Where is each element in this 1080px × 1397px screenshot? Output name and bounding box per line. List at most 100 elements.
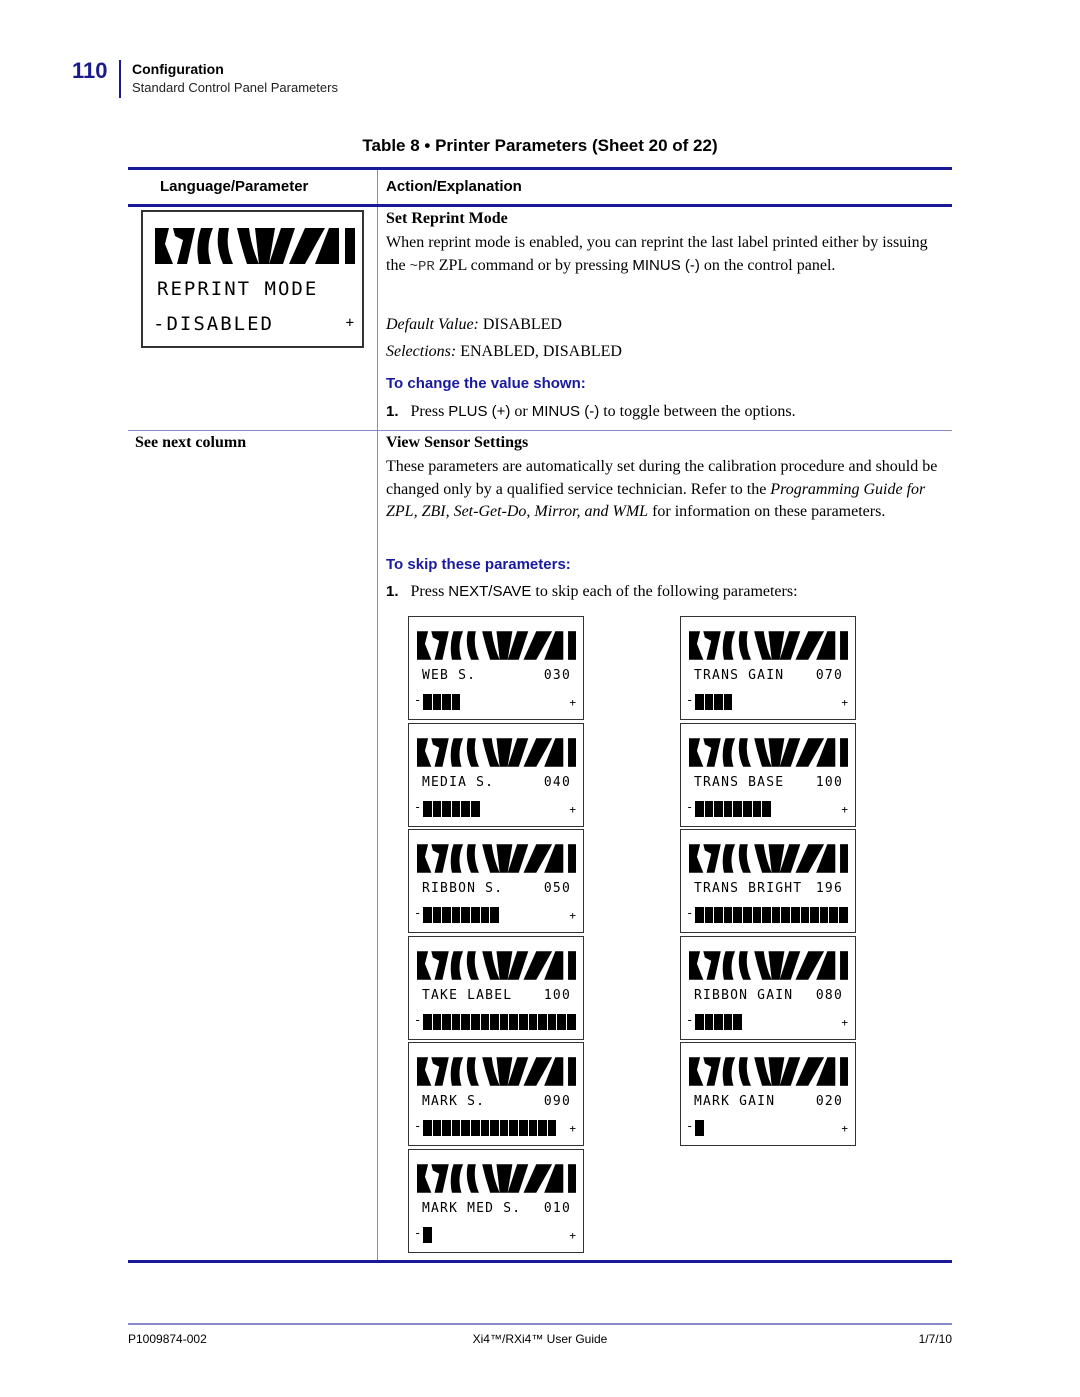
zebra-logo-icon	[417, 1160, 576, 1197]
level-segment	[442, 801, 451, 817]
level-segment	[442, 694, 451, 710]
lcd-display: MARK MED S. 010 - +	[408, 1149, 584, 1253]
level-bar	[423, 801, 480, 817]
zebra-logo-icon	[417, 947, 576, 984]
zebra-logo-icon	[689, 840, 848, 877]
lcd-display: MARK S. 090 - +	[408, 1042, 584, 1146]
level-segment	[442, 1014, 451, 1030]
lcd-display-reprint-mode: REPRINT MODE -DISABLED +	[141, 210, 364, 348]
row-divider	[128, 430, 952, 431]
level-segment	[557, 1014, 566, 1030]
level-segment	[432, 694, 442, 710]
param-see-next-column: See next column	[135, 434, 247, 451]
section-title: Configuration	[132, 61, 224, 77]
level-segment	[742, 801, 752, 817]
lcd-param-name: TAKE LABEL	[422, 988, 513, 1003]
level-segment	[423, 801, 432, 817]
lcd-display: TAKE LABEL 100 -	[408, 936, 584, 1040]
plus-indicator: +	[841, 803, 848, 816]
lcd-display: WEB S. 030 - +	[408, 616, 584, 720]
lcd-display: TRANS GAIN 070 - +	[680, 616, 856, 720]
lcd-param-value: 090	[543, 1094, 571, 1109]
level-segment	[490, 907, 499, 923]
plus-indicator: +	[569, 803, 576, 816]
level-segment	[752, 801, 762, 817]
table-top-rule	[128, 167, 952, 170]
level-segment	[704, 801, 714, 817]
plus-indicator: +	[345, 315, 354, 331]
level-segment	[423, 1227, 432, 1243]
lcd-param-name: TRANS GAIN	[694, 668, 785, 683]
zebra-logo-icon	[689, 1053, 848, 1090]
level-segment	[714, 907, 723, 923]
level-bar	[695, 907, 848, 923]
level-segment	[480, 1120, 490, 1136]
zebra-logo-icon	[417, 840, 576, 877]
footer-guide-title: Xi4™/RXi4™ User Guide	[472, 1332, 608, 1346]
level-segment	[480, 1014, 490, 1030]
level-segment	[538, 1014, 547, 1030]
zebra-logo-icon	[689, 947, 848, 984]
header-column-divider	[377, 170, 378, 204]
minus-indicator: -	[686, 1013, 694, 1027]
level-segment	[499, 1120, 509, 1136]
level-segment	[547, 1014, 557, 1030]
level-segment	[714, 694, 723, 710]
lcd-param-name: TRANS BRIGHT	[694, 881, 803, 896]
level-segment	[742, 907, 752, 923]
plus-indicator: +	[569, 1122, 576, 1135]
lcd-param-value: 020	[815, 1094, 843, 1109]
minus-indicator: -	[414, 1013, 422, 1027]
level-segment	[509, 1120, 518, 1136]
sensor-description: These parameters are automatically set d…	[386, 458, 938, 520]
lcd-display: MARK GAIN 020 - +	[680, 1042, 856, 1146]
level-segment	[423, 907, 432, 923]
plus-indicator: +	[841, 1016, 848, 1029]
level-segment	[704, 1014, 714, 1030]
level-segment	[781, 907, 790, 923]
lcd-line1: REPRINT MODE	[157, 278, 319, 300]
lcd-display: RIBBON S. 050 - +	[408, 829, 584, 933]
level-segment	[771, 907, 781, 923]
level-segment	[461, 801, 470, 817]
procedure-heading-change-value: To change the value shown:	[386, 375, 586, 392]
minus-indicator: -	[686, 693, 694, 707]
lcd-param-value: 080	[815, 988, 843, 1003]
column-header-action: Action/Explanation	[386, 178, 522, 195]
plus-indicator: +	[841, 696, 848, 709]
level-segment	[470, 907, 480, 923]
lcd-param-name: MARK GAIN	[694, 1094, 776, 1109]
level-segment	[838, 907, 848, 923]
level-segment	[461, 907, 470, 923]
level-bar	[695, 694, 733, 710]
level-segment	[819, 907, 829, 923]
level-segment	[432, 1014, 442, 1030]
level-segment	[723, 801, 733, 817]
table-caption: Table 8 • Printer Parameters (Sheet 20 o…	[362, 136, 718, 155]
level-segment	[432, 1120, 442, 1136]
lcd-param-name: RIBBON GAIN	[694, 988, 794, 1003]
level-segment	[432, 801, 442, 817]
level-segment	[695, 1120, 704, 1136]
level-segment	[442, 1120, 451, 1136]
default-value: Default Value: DISABLED	[386, 316, 562, 333]
plus-indicator: +	[569, 696, 576, 709]
level-segment	[423, 1120, 432, 1136]
header-bottom-rule	[128, 204, 952, 207]
header-divider	[119, 60, 121, 98]
lcd-param-value: 030	[543, 668, 571, 683]
minus-indicator: -	[414, 800, 422, 814]
level-segment	[800, 907, 810, 923]
level-bar	[423, 1120, 557, 1136]
skip-step: 1. Press NEXT/SAVE to skip each of the f…	[386, 583, 798, 600]
level-segment	[451, 801, 461, 817]
footer-date: 1/7/10	[918, 1332, 952, 1346]
level-segment	[695, 907, 704, 923]
lcd-param-value: 196	[815, 881, 843, 896]
level-segment	[752, 907, 762, 923]
selections: Selections: ENABLED, DISABLED	[386, 343, 622, 360]
lcd-param-value: 070	[815, 668, 843, 683]
zebra-logo-icon	[417, 627, 576, 664]
lcd-display: TRANS BRIGHT 196 -	[680, 829, 856, 933]
plus-indicator: +	[841, 1122, 848, 1135]
